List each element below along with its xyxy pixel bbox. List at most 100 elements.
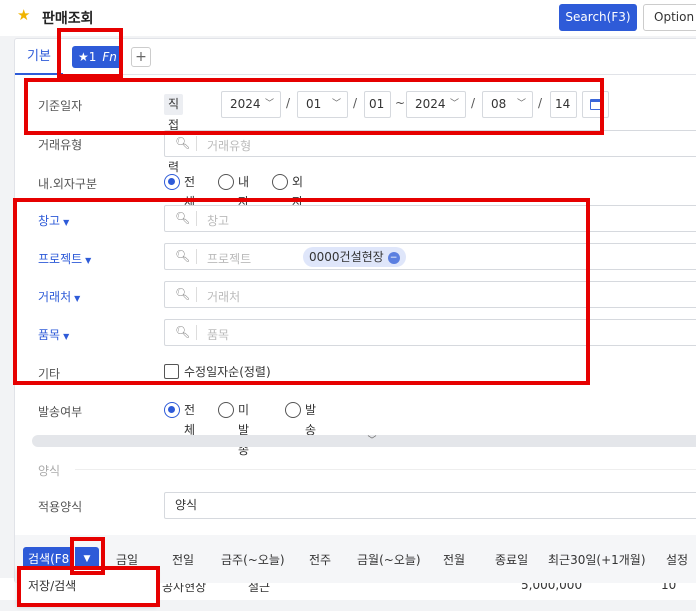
page-title: 판매조회 (42, 11, 94, 27)
radio-icon (285, 402, 301, 418)
caret-down-icon: ▼ (85, 256, 92, 265)
project-chip-label: 0000건설현장 (309, 250, 384, 264)
calendar-button[interactable] (582, 91, 609, 118)
tab-fn-label: Fn (102, 50, 117, 64)
divider (196, 325, 197, 340)
to-month-select[interactable]: 08 ﹀ (482, 91, 533, 118)
divider (196, 287, 197, 302)
warehouse-field[interactable]: 🔍︎ 창고 (164, 205, 696, 232)
chevron-down-icon: ﹀ (264, 99, 274, 109)
quick-last-30-days[interactable]: 최근30일(+1개월) (548, 551, 646, 568)
etc-label: 기타 (38, 367, 61, 381)
search-icon: 🔍︎ (175, 249, 191, 263)
item-field[interactable]: 🔍︎ 품목 (164, 319, 696, 346)
date-separator: / (471, 96, 476, 110)
divider (196, 136, 197, 151)
radio-label: 전체 (184, 175, 196, 209)
collapse-toggle[interactable]: ﹀ (32, 435, 696, 447)
quick-this-month[interactable]: 금월(~오늘) (357, 551, 421, 568)
option-button[interactable]: Option (643, 4, 696, 31)
checkbox-icon (164, 364, 179, 379)
tab-bar: 기본 ★1 Fn + (15, 39, 696, 75)
to-year-select[interactable]: 2024 ﹀ (406, 91, 466, 118)
customer-placeholder: 거래처 (207, 290, 241, 304)
trade-type-label: 거래유형 (38, 138, 83, 152)
caret-down-icon: ▼ (74, 294, 81, 303)
base-date-label: 기준일자 (38, 99, 83, 113)
calendar-icon (590, 99, 602, 110)
radio-sent[interactable]: 발송 (285, 400, 316, 437)
style-section-title: 양식 (38, 464, 61, 478)
radio-selected-icon (164, 174, 180, 190)
item-placeholder: 품목 (207, 328, 230, 342)
divider (196, 249, 197, 264)
to-year-value: 2024 (415, 97, 446, 111)
radio-domestic[interactable]: 내자 (218, 172, 249, 209)
search-panel: 기본 ★1Fn + 기준일자 직접입력 2024﹀ / 01﹀ / 01 ~ 2… (14, 38, 696, 583)
customer-field[interactable]: 🔍︎ 거래처 (164, 281, 696, 308)
trade-type-field[interactable]: 🔍︎ 거래유형 (164, 130, 696, 157)
quick-last-week[interactable]: 전주 (309, 551, 331, 568)
chevron-down-icon: ﹀ (449, 99, 459, 109)
checkbox-label: 수정일자순(정렬) (184, 365, 271, 379)
search-icon: 🔍︎ (175, 325, 191, 339)
from-year-select[interactable]: 2024 ﹀ (221, 91, 281, 118)
warehouse-label-text: 창고 (38, 214, 61, 228)
date-mode-toggle[interactable]: 직접입력 (164, 94, 184, 174)
radio-label: 미발송 (238, 403, 250, 457)
radio-icon (272, 174, 288, 190)
sort-by-modified-checkbox[interactable]: 수정일자순(정렬) (164, 363, 271, 381)
quick-yesterday[interactable]: 전일 (172, 551, 194, 568)
top-bar: ★ 판매조회 Search(F3) Option (0, 0, 696, 36)
quick-settings[interactable]: 설정 (666, 551, 688, 568)
warehouse-label[interactable]: 창고 ▼ (38, 212, 69, 229)
project-chip[interactable]: 0000건설현장 − (303, 247, 406, 267)
radio-send-all[interactable]: 전체 (164, 400, 195, 437)
search-options-menu: 저장/검색 (17, 567, 157, 605)
radio-all[interactable]: 전체 (164, 172, 195, 209)
to-month-value: 08 (491, 97, 507, 111)
radio-icon (218, 174, 234, 190)
quick-end-date[interactable]: 종료일 (495, 551, 528, 568)
radio-selected-icon (164, 402, 180, 418)
from-month-select[interactable]: 01 ﹀ (297, 91, 348, 118)
favorite-star-icon[interactable]: ★ (17, 6, 30, 24)
radio-foreign[interactable]: 외자 (272, 172, 303, 209)
to-day-value: 14 (555, 97, 571, 111)
radio-label: 내자 (238, 175, 250, 209)
chevron-down-icon: ﹀ (516, 99, 526, 109)
project-label[interactable]: 프로젝트 ▼ (38, 250, 91, 267)
customer-label[interactable]: 거래처 ▼ (38, 288, 80, 305)
add-tab-button[interactable]: + (131, 47, 151, 67)
apply-style-field[interactable]: 양식 (164, 492, 696, 519)
radio-unsent[interactable]: 미발송 (218, 400, 249, 457)
tab-fn[interactable]: ★1 Fn (72, 46, 123, 68)
domestic-label: 내.외자구분 (38, 177, 98, 191)
remove-icon[interactable]: − (387, 251, 400, 264)
quick-last-month[interactable]: 전월 (443, 551, 465, 568)
to-day-input[interactable]: 14 (550, 91, 577, 118)
quick-this-week[interactable]: 금주(~오늘) (221, 551, 285, 568)
apply-style-label: 적용양식 (38, 500, 83, 514)
item-label[interactable]: 품목 ▼ (38, 326, 69, 343)
warehouse-placeholder: 창고 (207, 214, 230, 228)
radio-label: 전체 (184, 403, 196, 437)
tab-basic[interactable]: 기본 (15, 39, 63, 75)
chevron-down-icon: ﹀ (367, 436, 377, 446)
radio-label: 발송 (305, 403, 317, 437)
project-label-text: 프로젝트 (38, 252, 83, 266)
radio-label: 외자 (292, 175, 304, 209)
from-day-input[interactable]: 01 (364, 91, 391, 118)
date-separator: / (286, 96, 291, 110)
tab-fn-index: ★1 (78, 50, 97, 64)
search-button[interactable]: Search(F3) (559, 4, 637, 31)
search-icon: 🔍︎ (175, 211, 191, 225)
save-and-search-item[interactable]: 저장/검색 (28, 579, 76, 593)
caret-down-icon: ▼ (63, 218, 70, 227)
from-month-value: 01 (306, 97, 322, 111)
range-separator: ~ (395, 96, 406, 110)
project-placeholder: 프로젝트 (207, 252, 252, 266)
quick-today[interactable]: 금일 (116, 551, 138, 568)
project-field[interactable]: 🔍︎ 프로젝트 0000건설현장 − (164, 243, 696, 270)
search-icon: 🔍︎ (175, 287, 191, 301)
